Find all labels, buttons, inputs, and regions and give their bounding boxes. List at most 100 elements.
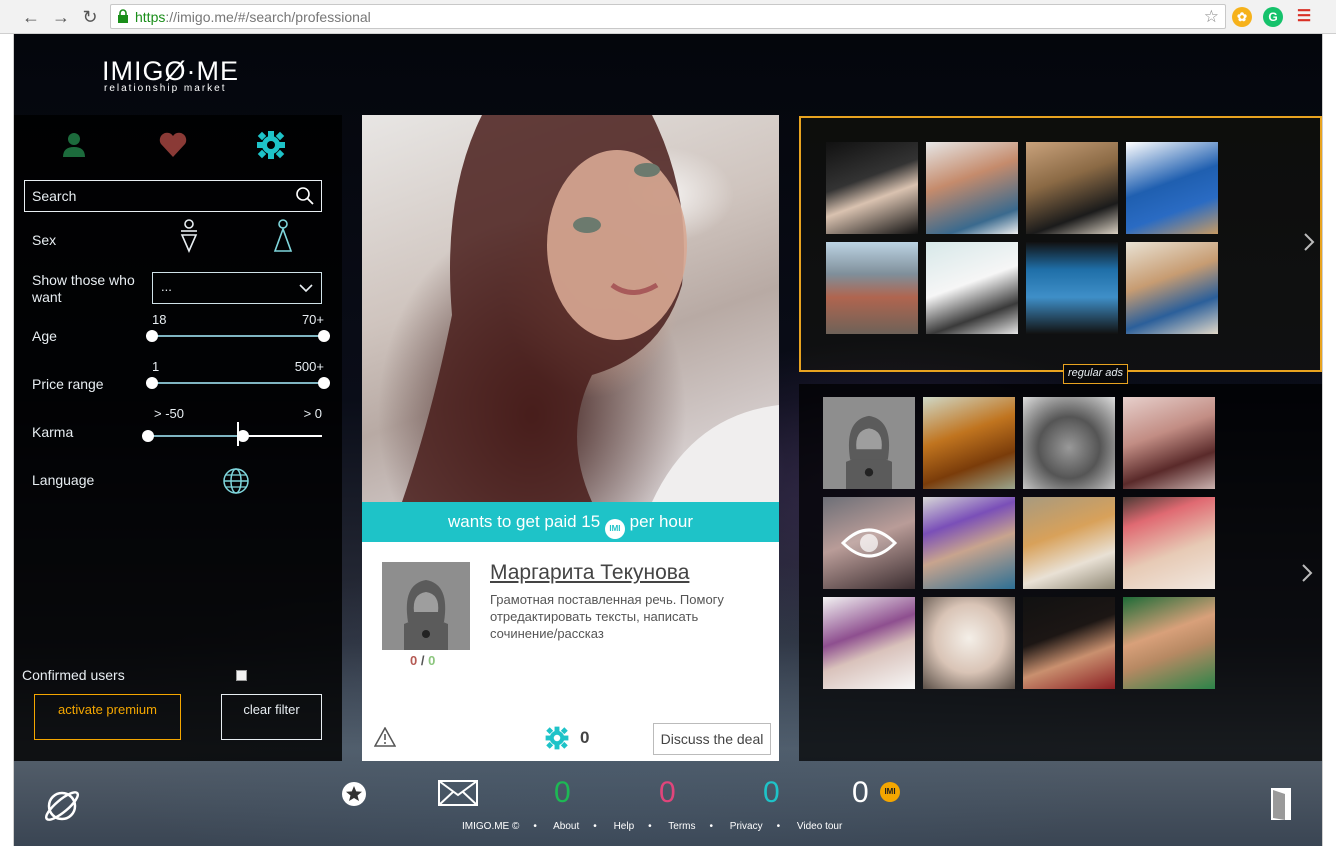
- warning-icon[interactable]: [374, 727, 396, 747]
- karma-max-handle[interactable]: [237, 430, 249, 442]
- karma-slider[interactable]: > -50 > 0: [142, 406, 322, 446]
- astronaut-avatar-icon: [846, 415, 892, 489]
- eye-icon: [840, 528, 898, 558]
- show-select-value: ...: [161, 279, 172, 294]
- menu-icon[interactable]: ☰: [1294, 7, 1314, 27]
- planet-icon[interactable]: [42, 786, 82, 826]
- reload-icon[interactable]: ↻: [79, 6, 101, 28]
- user-tile[interactable]: [1123, 597, 1215, 689]
- price-min-value: 1: [152, 359, 160, 374]
- logout-door-icon[interactable]: [1269, 786, 1293, 822]
- price-slider[interactable]: 1 500+: [146, 359, 330, 393]
- address-bar[interactable]: https://imigo.me/#/search/professional ☆: [110, 4, 1226, 29]
- chevron-right-icon[interactable]: [1303, 232, 1315, 252]
- footer-privacy-link[interactable]: Privacy: [730, 821, 763, 832]
- age-max-value: 70+: [301, 312, 324, 327]
- extension-paw-icon[interactable]: ✿: [1232, 7, 1252, 27]
- profile-photo[interactable]: [362, 115, 779, 502]
- mail-icon[interactable]: [438, 780, 478, 806]
- user-tile[interactable]: [1123, 497, 1215, 589]
- male-icon[interactable]: [178, 219, 200, 253]
- gear-count-value: 0: [580, 728, 590, 747]
- female-icon[interactable]: [272, 219, 294, 253]
- age-track: [152, 335, 324, 337]
- user-tile[interactable]: [923, 497, 1015, 589]
- imi-coin-icon: IMI: [604, 519, 625, 539]
- chevron-right-icon[interactable]: [1301, 563, 1313, 583]
- user-tile[interactable]: [1023, 397, 1115, 489]
- ad-tile[interactable]: [1126, 242, 1218, 334]
- forward-icon[interactable]: →: [50, 6, 72, 28]
- user-tile[interactable]: [1023, 597, 1115, 689]
- user-tile[interactable]: [923, 397, 1015, 489]
- price-max-handle[interactable]: [318, 377, 330, 389]
- ad-tile[interactable]: [1026, 142, 1118, 234]
- footer-video-tour-link[interactable]: Video tour: [797, 821, 842, 832]
- globe-icon[interactable]: [222, 467, 250, 495]
- frame-right-border: [1322, 34, 1323, 846]
- language-label: Language: [32, 472, 95, 488]
- ad-tile[interactable]: [1126, 142, 1218, 234]
- karma-min-value: > -50: [154, 406, 184, 421]
- karma-separator: /: [420, 653, 425, 668]
- activate-premium-button[interactable]: activate premium: [34, 694, 181, 740]
- footer-about-link[interactable]: About: [553, 821, 579, 832]
- regular-ads-panel: regular ads: [799, 116, 1322, 384]
- age-slider[interactable]: 18 70+: [146, 312, 330, 346]
- karma-score: 0 / 0: [410, 653, 435, 668]
- site-logo[interactable]: IMIGØ·ME relationship market: [102, 56, 239, 94]
- user-tile[interactable]: [823, 597, 915, 689]
- search-input[interactable]: [25, 181, 285, 211]
- counter-teal[interactable]: 0: [763, 776, 780, 810]
- discuss-deal-button[interactable]: Discuss the deal: [653, 723, 771, 755]
- age-min-value: 18: [152, 312, 167, 327]
- gear-icon[interactable]: [255, 129, 287, 161]
- age-min-handle[interactable]: [146, 330, 158, 342]
- user-tile[interactable]: [823, 497, 915, 589]
- ad-tile[interactable]: [926, 142, 1018, 234]
- footer-terms-link[interactable]: Terms: [668, 821, 695, 832]
- paid-suffix: per hour: [629, 512, 693, 531]
- url-text: https://imigo.me/#/search/professional: [135, 9, 371, 25]
- age-label: Age: [32, 328, 57, 344]
- profile-description: Грамотная поставленная речь. Помогу отре…: [490, 592, 724, 641]
- footer-links: IMIGO.ME © • About • Help • Terms • Privacy •…: [462, 821, 843, 832]
- age-max-handle[interactable]: [318, 330, 330, 342]
- back-icon[interactable]: ←: [20, 6, 42, 28]
- user-tile[interactable]: [923, 597, 1015, 689]
- show-select[interactable]: ...: [152, 272, 322, 304]
- karma-min-handle[interactable]: [142, 430, 154, 442]
- heart-icon[interactable]: [157, 129, 189, 161]
- clear-filter-button[interactable]: clear filter: [221, 694, 322, 740]
- grammarly-icon[interactable]: G: [1263, 7, 1283, 27]
- favorites-star-icon[interactable]: [341, 781, 367, 807]
- avatar[interactable]: [382, 562, 470, 650]
- counter-pink[interactable]: 0: [659, 776, 676, 810]
- price-track: [152, 382, 324, 384]
- footer-help-link[interactable]: Help: [614, 821, 635, 832]
- search-box: [24, 180, 322, 212]
- price-min-handle[interactable]: [146, 377, 158, 389]
- confirmed-checkbox[interactable]: [236, 670, 247, 681]
- ad-tile[interactable]: [1026, 242, 1118, 334]
- ad-tile[interactable]: [926, 242, 1018, 334]
- confirmed-label: Confirmed users: [22, 667, 125, 683]
- counter-balance[interactable]: 0: [852, 776, 869, 810]
- search-icon[interactable]: [295, 186, 315, 206]
- ad-tile[interactable]: [826, 242, 918, 334]
- profile-name[interactable]: Маргарита Текунова: [490, 561, 689, 585]
- karma-label: Karma: [32, 424, 74, 440]
- ad-tile[interactable]: [826, 142, 918, 234]
- chevron-down-icon: [299, 284, 313, 293]
- user-tile[interactable]: [823, 397, 915, 489]
- user-tile[interactable]: [1023, 497, 1115, 589]
- user-tile[interactable]: [1123, 397, 1215, 489]
- karma-track: [148, 435, 322, 437]
- regular-ads-label[interactable]: regular ads: [1063, 364, 1129, 384]
- counter-green[interactable]: 0: [554, 776, 571, 810]
- karma-max-value: > 0: [303, 406, 322, 421]
- profile-card: wants to get paid 15 IMI per hour 0 / 0 …: [362, 115, 779, 761]
- person-icon[interactable]: [58, 129, 90, 161]
- bookmark-star-icon[interactable]: ☆: [1204, 7, 1219, 27]
- sex-label: Sex: [32, 232, 57, 248]
